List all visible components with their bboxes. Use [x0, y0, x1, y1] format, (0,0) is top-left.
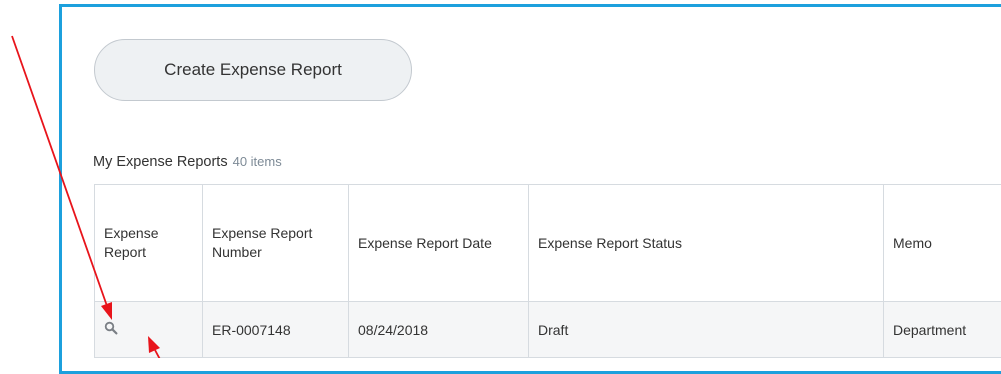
search-icon[interactable] [104, 321, 118, 338]
cell-expense-report [95, 302, 203, 358]
item-count: 40 items [233, 154, 282, 169]
cell-status: Draft [529, 302, 884, 358]
column-header-status[interactable]: Expense Report Status [529, 185, 884, 302]
column-header-memo[interactable]: Memo [884, 185, 1001, 302]
section-title-text: My Expense Reports [93, 154, 228, 170]
column-header-date[interactable]: Expense Report Date [349, 185, 529, 302]
table-row: ER-0007148 08/24/2018 Draft Department [95, 302, 1001, 358]
section-title: My Expense Reports 40 items [93, 154, 282, 170]
create-expense-report-button[interactable]: Create Expense Report [94, 39, 412, 101]
table-header-row: Expense Report Expense Report Number Exp… [95, 185, 1001, 302]
cell-memo: Department [884, 302, 1001, 358]
column-header-number[interactable]: Expense Report Number [203, 185, 349, 302]
expense-reports-table: Expense Report Expense Report Number Exp… [94, 184, 1001, 358]
cell-number[interactable]: ER-0007148 [203, 302, 349, 358]
column-header-expense-report[interactable]: Expense Report [95, 185, 203, 302]
cell-date: 08/24/2018 [349, 302, 529, 358]
expense-reports-panel: Create Expense Report My Expense Reports… [59, 4, 1001, 374]
